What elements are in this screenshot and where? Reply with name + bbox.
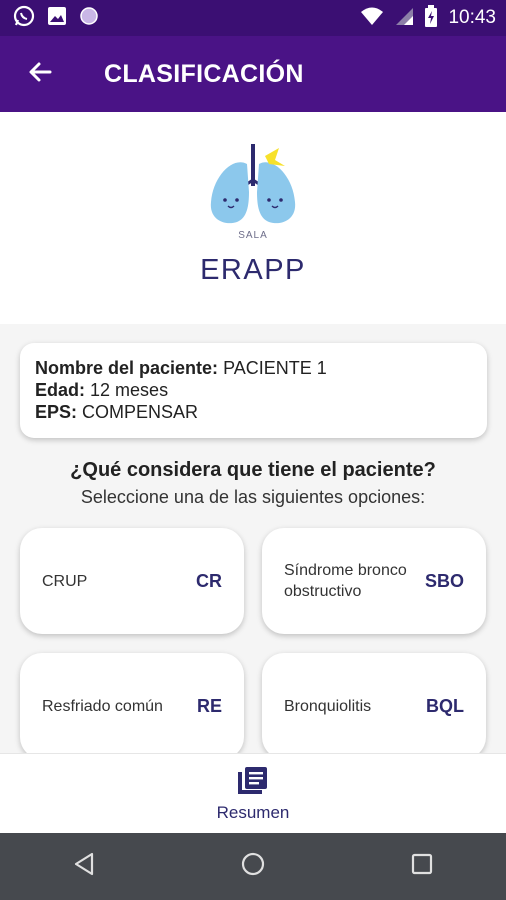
option-sbo[interactable]: Síndrome broncoobstructivo SBO — [262, 528, 486, 634]
patient-info-card: Nombre del paciente: PACIENTE 1 Edad: 12… — [20, 343, 487, 438]
summary-list-icon — [237, 767, 269, 800]
arrow-back-icon — [27, 59, 53, 90]
triangle-back-icon — [73, 852, 95, 881]
nav-summary-label: Resumen — [216, 803, 290, 822]
options-grid[interactable]: CRUP CR Síndrome broncoobstructivo SBO R… — [0, 510, 506, 753]
logo-title: ERAPP — [200, 254, 306, 286]
wifi-icon — [360, 6, 384, 31]
option-resfriado[interactable]: Resfriado común RE — [20, 653, 244, 753]
battery-icon — [424, 4, 438, 32]
lungs-logo — [203, 142, 303, 231]
patient-eps-label: EPS: — [35, 402, 78, 422]
option-label: Bronquiolitis — [284, 697, 372, 715]
status-bar: 10:43 — [0, 0, 506, 36]
nav-summary[interactable]: Resumen — [193, 766, 313, 824]
patient-age-label: Edad: — [35, 380, 86, 400]
signal-icon — [394, 6, 414, 31]
patient-name-label: Nombre del paciente: — [35, 358, 219, 378]
option-crup[interactable]: CRUP CR — [20, 528, 244, 634]
status-time: 10:43 — [448, 7, 496, 28]
option-label: Resfriado común — [42, 697, 163, 715]
whatsapp-icon — [12, 4, 36, 33]
circle-app-icon — [78, 5, 100, 32]
image-icon — [46, 5, 68, 32]
patient-name-value: PACIENTE 1 — [223, 358, 327, 378]
option-label: Síndrome broncoobstructivo — [284, 562, 407, 600]
back-button[interactable] — [20, 54, 60, 94]
bottom-nav: Resumen — [0, 753, 506, 834]
system-home-button[interactable] — [223, 842, 283, 892]
system-nav-bar — [0, 833, 506, 900]
patient-age-value: 12 meses — [90, 380, 169, 400]
option-bronquiolitis[interactable]: Bronquiolitis BQL — [262, 653, 486, 753]
patient-age-row: Edad: 12 meses — [35, 379, 472, 401]
question-heading: ¿Qué considera que tiene el paciente? — [70, 459, 436, 481]
logo-area: SALA ERAPP — [0, 112, 506, 324]
logo-subtitle: SALA — [238, 230, 268, 241]
option-code: SBO — [424, 570, 464, 591]
system-recents-button[interactable] — [392, 842, 452, 892]
page-title: CLASIFICACIÓN — [104, 59, 304, 88]
option-code: CR — [196, 570, 222, 591]
patient-eps-row: EPS: COMPENSAR — [35, 401, 472, 423]
app-bar: CLASIFICACIÓN — [0, 36, 506, 112]
square-recents-icon — [411, 853, 433, 880]
option-label: CRUP — [42, 572, 88, 590]
instruction-text: Seleccione una de las siguientes opcione… — [80, 487, 426, 507]
option-code: BQL — [426, 695, 464, 716]
circle-home-icon — [240, 851, 266, 882]
option-code: RE — [196, 695, 222, 716]
patient-name-row: Nombre del paciente: PACIENTE 1 — [35, 357, 472, 379]
patient-eps-value: COMPENSAR — [82, 402, 199, 422]
system-back-button[interactable] — [54, 842, 114, 892]
